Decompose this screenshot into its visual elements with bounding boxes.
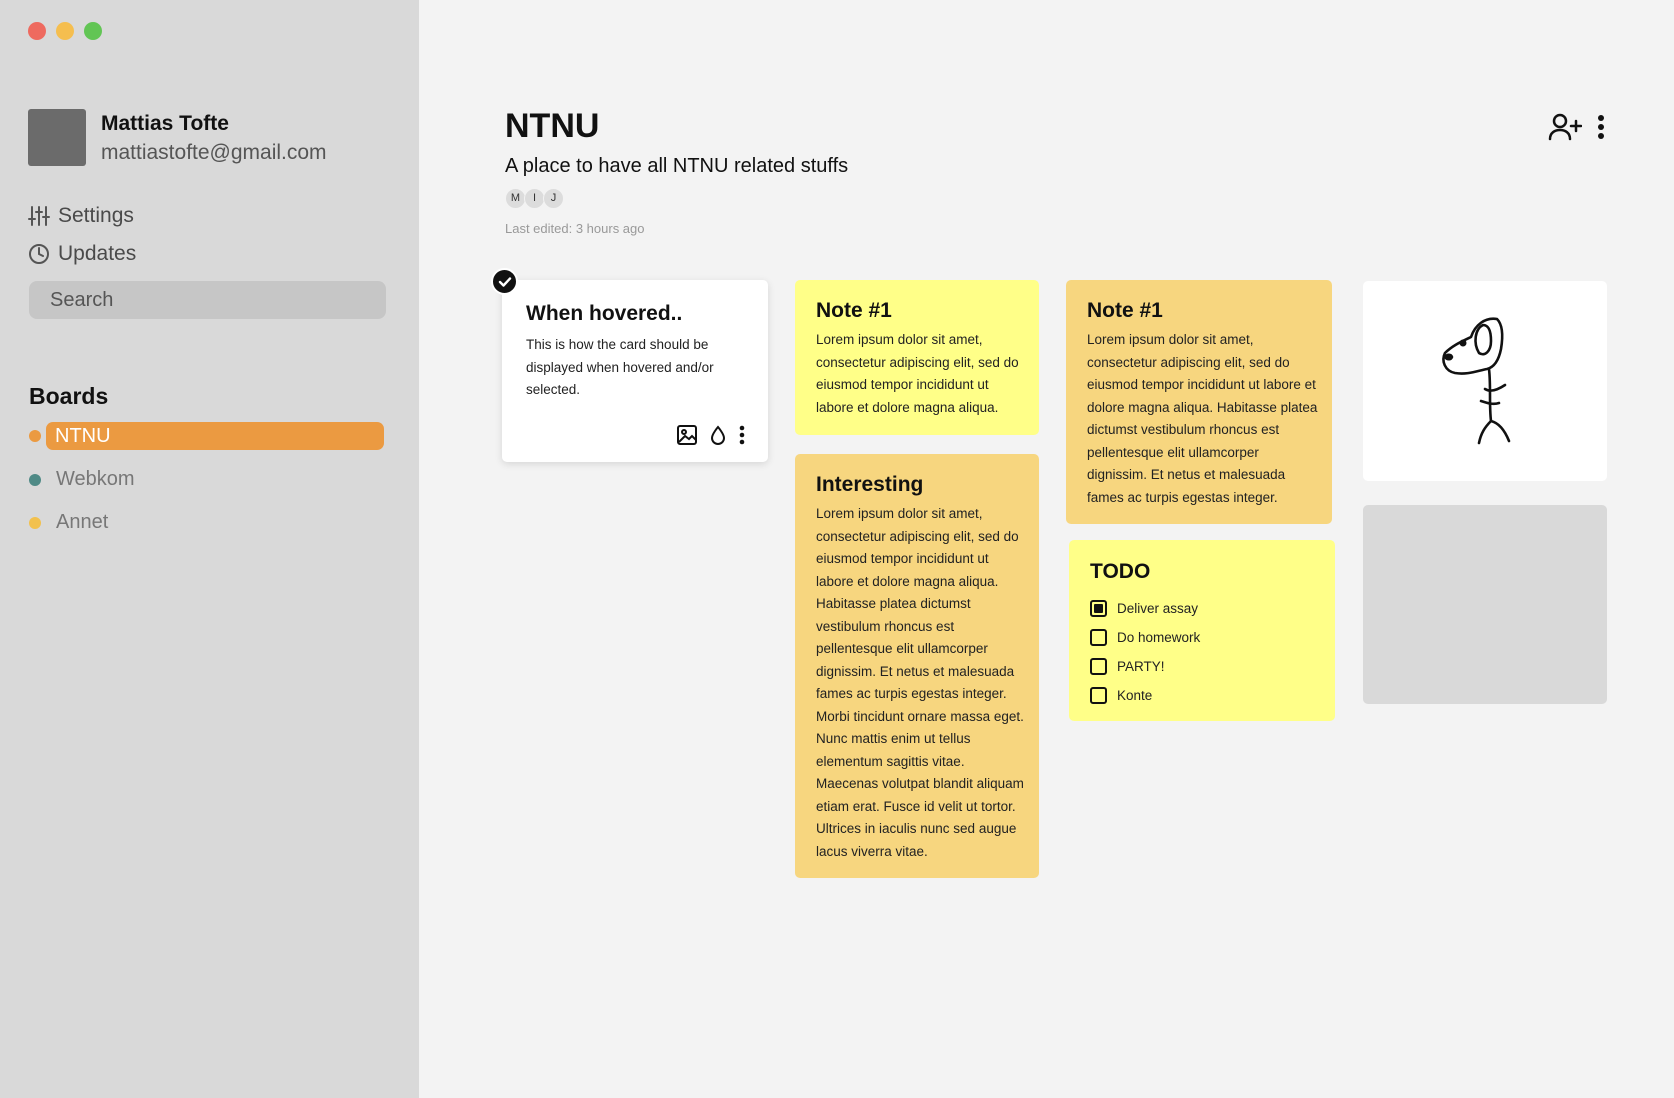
todo-list: Deliver assay Do homework PARTY! Konte: [1090, 594, 1321, 710]
user-profile[interactable]: Mattias Tofte mattiastofte@gmail.com: [28, 109, 327, 167]
card-toolbar: [676, 424, 746, 446]
note-card[interactable]: Interesting Lorem ipsum dolor sit amet, …: [795, 454, 1039, 878]
header-actions: [1548, 112, 1606, 142]
todo-label: PARTY!: [1117, 659, 1165, 674]
note-card[interactable]: Note #1 Lorem ipsum dolor sit amet, cons…: [795, 280, 1039, 435]
user-plus-icon[interactable]: [1548, 112, 1582, 142]
sliders-icon: [28, 206, 50, 226]
board-item-ntnu[interactable]: NTNU: [29, 422, 384, 450]
selected-check-badge[interactable]: [491, 268, 518, 295]
search-input[interactable]: Search: [29, 281, 386, 319]
board-label: Webkom: [56, 468, 135, 490]
checkbox[interactable]: [1090, 658, 1107, 675]
member-avatar[interactable]: I: [524, 188, 545, 209]
board-item-webkom[interactable]: Webkom: [29, 468, 135, 491]
card-title: Note #1: [1087, 299, 1163, 322]
user-name: Mattias Tofte: [101, 112, 229, 135]
todo-label: Konte: [1117, 688, 1153, 703]
profile-text: Mattias Tofte mattiastofte@gmail.com: [101, 111, 327, 167]
card-title: Interesting: [816, 473, 924, 496]
placeholder-card[interactable]: [1363, 505, 1607, 704]
member-avatars[interactable]: M I J: [505, 188, 564, 209]
page-subtitle: A place to have all NTNU related stuffs: [505, 155, 849, 177]
checkbox[interactable]: [1090, 629, 1107, 646]
kebab-menu-icon[interactable]: [1596, 114, 1606, 140]
kebab-menu-icon[interactable]: [738, 425, 746, 445]
boards-heading: Boards: [29, 383, 109, 409]
todo-item[interactable]: PARTY!: [1090, 652, 1321, 681]
board-color-dot: [29, 516, 41, 529]
image-icon[interactable]: [676, 424, 698, 446]
droplet-icon[interactable]: [710, 425, 726, 445]
card-body: Lorem ipsum dolor sit amet, consectetur …: [816, 332, 1019, 415]
card-title: When hovered..: [526, 302, 683, 325]
minimize-window-button[interactable]: [56, 22, 74, 40]
check-icon: [498, 276, 511, 287]
note-card[interactable]: Note #1 Lorem ipsum dolor sit amet, cons…: [1066, 280, 1332, 524]
user-email: mattiastofte@gmail.com: [101, 141, 327, 164]
todo-card[interactable]: TODO Deliver assay Do homework PARTY! Ko…: [1069, 540, 1335, 721]
todo-item[interactable]: Do homework: [1090, 623, 1321, 652]
close-window-button[interactable]: [28, 22, 46, 40]
board-label: Annet: [56, 511, 109, 533]
card-body: This is how the card should be displayed…: [526, 337, 714, 397]
sidebar: Mattias Tofte mattiastofte@gmail.com Set…: [0, 0, 419, 1098]
todo-item[interactable]: Konte: [1090, 681, 1321, 710]
checkbox[interactable]: [1090, 600, 1107, 617]
card-title: Note #1: [816, 299, 892, 322]
board-color-dot: [29, 430, 41, 442]
card-title: TODO: [1090, 560, 1151, 583]
page-title: NTNU: [505, 107, 600, 145]
clock-icon: [29, 244, 49, 264]
board-color-dot: [29, 473, 41, 486]
note-card-selected[interactable]: When hovered.. This is how the card shou…: [502, 280, 768, 462]
avatar: [28, 109, 86, 166]
maximize-window-button[interactable]: [84, 22, 102, 40]
todo-item[interactable]: Deliver assay: [1090, 594, 1321, 623]
window-controls: [28, 22, 102, 40]
todo-label: Deliver assay: [1117, 601, 1199, 616]
card-body: Lorem ipsum dolor sit amet, consectetur …: [1087, 332, 1318, 505]
nav-updates[interactable]: Updates: [28, 242, 136, 266]
image-card[interactable]: [1363, 281, 1607, 481]
dog-sketch: [1442, 317, 1511, 445]
board-label: NTNU: [46, 422, 384, 450]
nav-settings[interactable]: Settings: [28, 204, 134, 228]
nav-updates-label: Updates: [58, 242, 137, 265]
board-item-annet[interactable]: Annet: [29, 511, 108, 534]
nav-settings-label: Settings: [58, 204, 134, 227]
card-body: Lorem ipsum dolor sit amet, consectetur …: [816, 506, 1024, 859]
checkbox[interactable]: [1090, 687, 1107, 704]
last-edited: Last edited: 3 hours ago: [505, 221, 645, 236]
member-avatar[interactable]: M: [505, 188, 526, 209]
todo-label: Do homework: [1117, 630, 1201, 645]
member-avatar[interactable]: J: [543, 188, 564, 209]
